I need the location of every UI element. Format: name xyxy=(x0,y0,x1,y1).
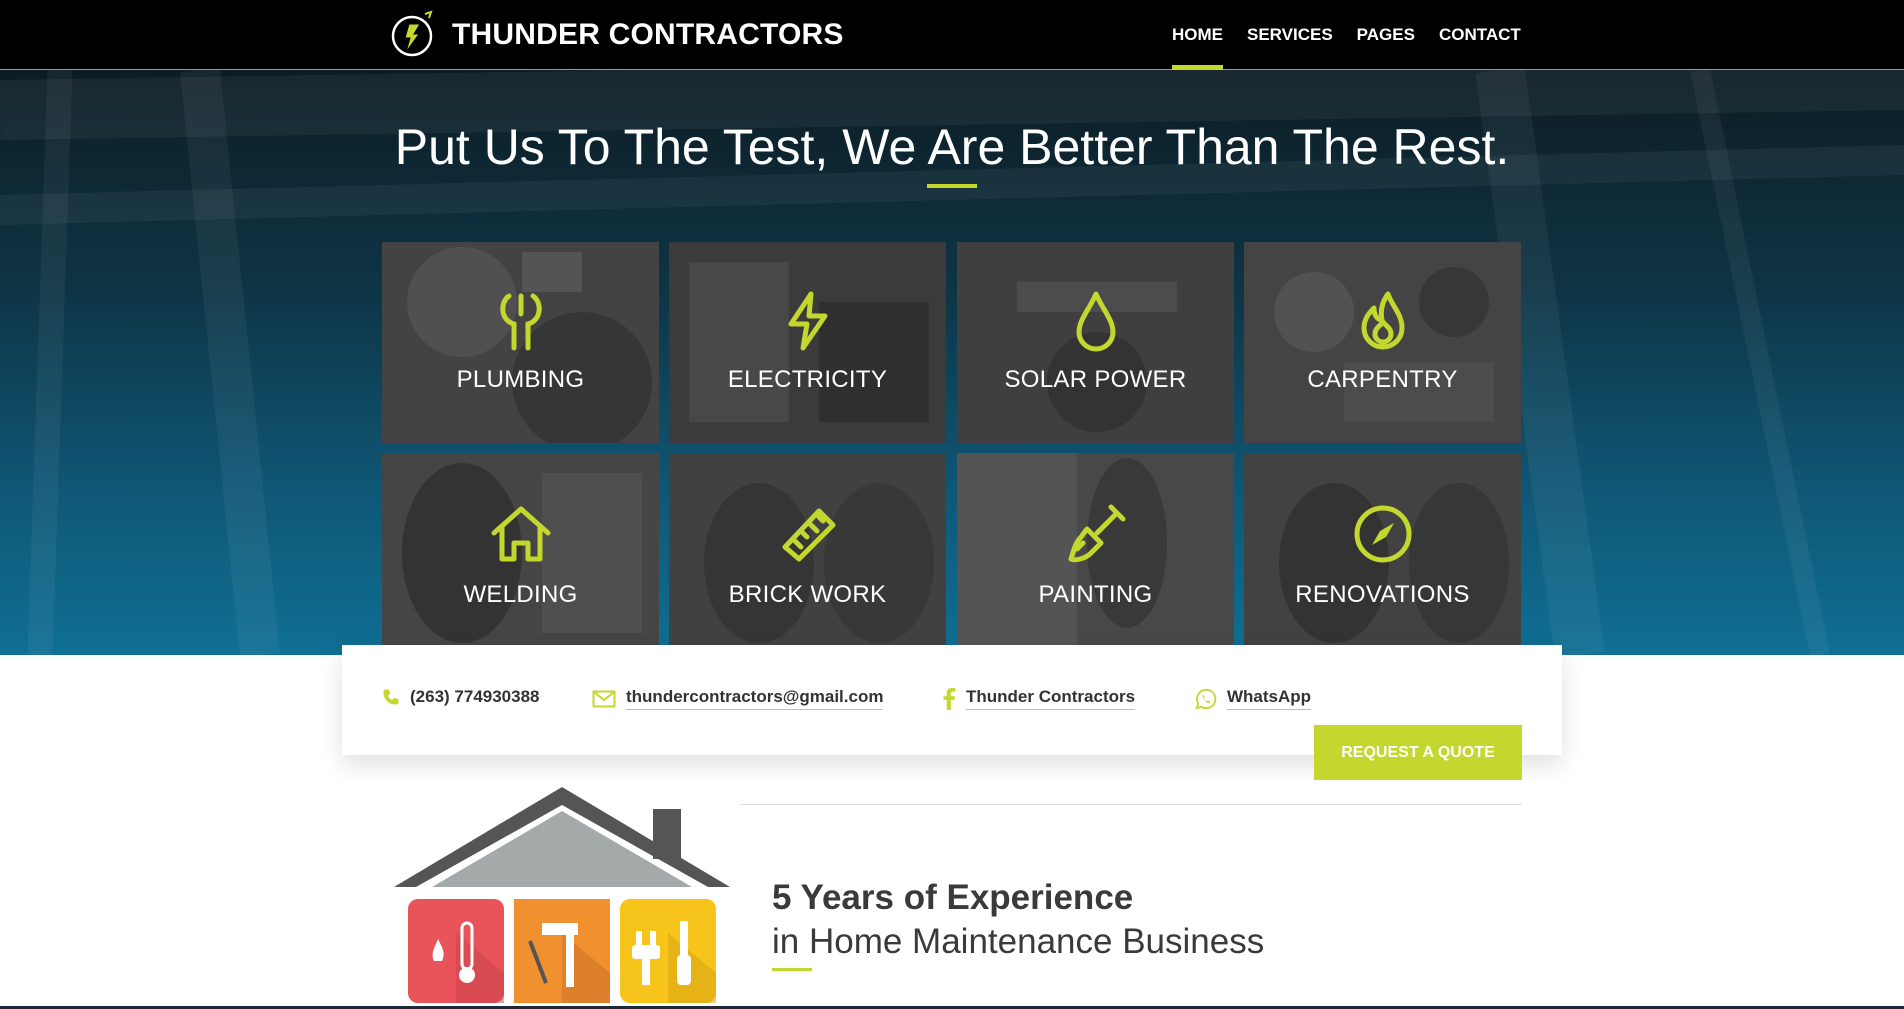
envelope-icon xyxy=(592,690,616,707)
service-tile-welding[interactable]: WELDING xyxy=(382,453,659,645)
lightning-icon xyxy=(788,291,828,351)
facebook-icon xyxy=(943,687,956,710)
nav-home[interactable]: HOME xyxy=(1160,0,1235,70)
contact-facebook: Thunder Contractors xyxy=(942,687,1136,710)
contact-phone: (263) 774930388 xyxy=(382,687,540,707)
phone-icon xyxy=(383,689,399,705)
service-label: BRICK WORK xyxy=(728,581,887,608)
house-tools-illustration xyxy=(394,787,730,1003)
service-tile-brick-work[interactable]: BRICK WORK xyxy=(669,453,946,645)
lightning-logo-icon[interactable] xyxy=(389,10,435,60)
wrench-icon xyxy=(500,293,542,351)
service-label: PAINTING xyxy=(1038,581,1153,608)
service-tile-solar-power[interactable]: SOLAR POWER xyxy=(957,242,1234,443)
service-label: PLUMBING xyxy=(456,366,585,393)
email-link[interactable]: thundercontractors@gmail.com xyxy=(626,687,884,710)
nav-pages[interactable]: PAGES xyxy=(1345,0,1427,70)
service-label: SOLAR POWER xyxy=(1004,366,1187,393)
facebook-link[interactable]: Thunder Contractors xyxy=(966,687,1136,710)
contact-whatsapp: WhatsApp xyxy=(1195,687,1312,710)
top-navbar: THUNDER CONTRACTORS HOME SERVICES PAGES … xyxy=(0,0,1904,70)
drop-icon xyxy=(1076,291,1116,352)
hero-title-underline xyxy=(927,184,977,188)
experience-underline xyxy=(772,968,812,971)
service-tile-painting[interactable]: PAINTING xyxy=(957,453,1234,645)
request-quote-button[interactable]: REQUEST A QUOTE xyxy=(1314,725,1522,780)
flame-icon xyxy=(1361,291,1405,350)
service-label: ELECTRICITY xyxy=(727,366,888,393)
nav-services[interactable]: SERVICES xyxy=(1235,0,1345,70)
service-tile-electricity[interactable]: ELECTRICITY xyxy=(669,242,946,443)
compass-icon xyxy=(1354,505,1412,563)
service-label: CARPENTRY xyxy=(1307,366,1458,393)
contact-email: thundercontractors@gmail.com xyxy=(592,687,884,710)
nav-contact[interactable]: CONTACT xyxy=(1427,0,1533,70)
whatsapp-icon xyxy=(1195,688,1217,710)
service-tile-renovations[interactable]: RENOVATIONS xyxy=(1244,453,1521,645)
section-divider xyxy=(741,804,1522,805)
ruler-icon xyxy=(782,508,836,562)
house-icon xyxy=(491,506,551,562)
experience-title: 5 Years of Experience xyxy=(772,878,1134,917)
phone-number[interactable]: (263) 774930388 xyxy=(410,687,540,707)
main-nav: HOME SERVICES PAGES CONTACT xyxy=(1160,0,1533,70)
service-tile-plumbing[interactable]: PLUMBING xyxy=(382,242,659,443)
paint-brush-icon xyxy=(1068,504,1126,563)
service-tile-carpentry[interactable]: CARPENTRY xyxy=(1244,242,1521,443)
experience-subtitle: in Home Maintenance Business xyxy=(772,922,1265,961)
service-label: WELDING xyxy=(463,581,578,608)
hero-section: Put Us To The Test, We Are Better Than T… xyxy=(0,70,1904,655)
service-label: RENOVATIONS xyxy=(1295,581,1470,608)
whatsapp-link[interactable]: WhatsApp xyxy=(1227,687,1312,710)
hero-title: Put Us To The Test, We Are Better Than T… xyxy=(394,119,1510,175)
brand-name[interactable]: THUNDER CONTRACTORS xyxy=(452,18,844,52)
